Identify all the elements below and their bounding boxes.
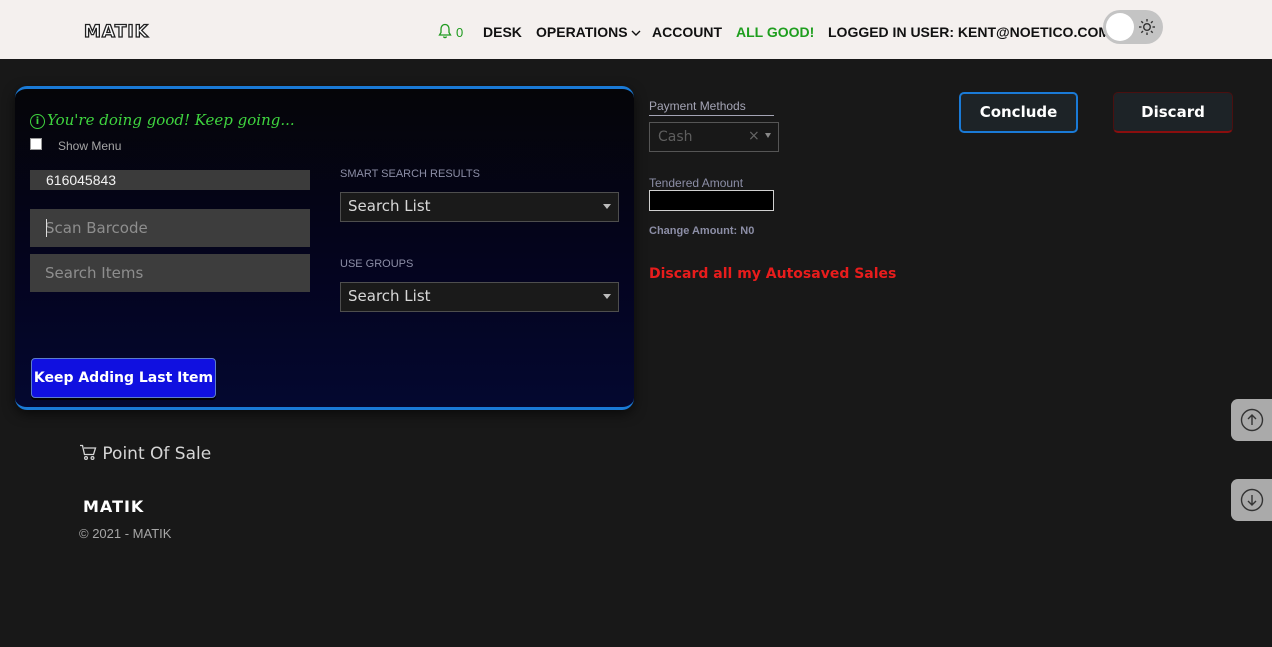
- smart-search-value: Search List: [348, 197, 431, 215]
- footer-logo: MATIK: [83, 497, 145, 516]
- nav-account[interactable]: ACCOUNT: [652, 24, 722, 40]
- nav-operations-label: OPERATIONS: [536, 24, 628, 40]
- nav-operations[interactable]: OPERATIONS: [536, 24, 641, 40]
- info-icon: i: [30, 114, 45, 129]
- smart-search-select[interactable]: Search List: [340, 192, 619, 222]
- smart-search-label: SMART SEARCH RESULTS: [340, 168, 480, 180]
- dropdown-caret-icon: [603, 204, 611, 209]
- tendered-amount-input[interactable]: [649, 190, 774, 211]
- scroll-up-button[interactable]: [1231, 399, 1272, 441]
- clear-selection-icon[interactable]: ×: [748, 128, 760, 144]
- cart-icon: [79, 444, 102, 464]
- point-of-sale-label: Point Of Sale: [102, 444, 212, 464]
- chevron-down-icon: [631, 24, 641, 40]
- notification-count[interactable]: 0: [456, 25, 463, 40]
- keep-adding-last-item-button[interactable]: Keep Adding Last Item: [31, 358, 216, 398]
- status-badge: ALL GOOD!: [736, 24, 815, 40]
- top-navbar: MATIK 0 DESK OPERATIONS ACCOUNT ALL GOOD…: [0, 0, 1272, 59]
- text-cursor: [46, 219, 47, 237]
- show-menu-label[interactable]: Show Menu: [58, 139, 121, 153]
- nav-desk[interactable]: DESK: [483, 24, 522, 40]
- use-groups-value: Search List: [348, 287, 431, 305]
- encouragement-message: i You're doing good! Keep going...: [30, 111, 295, 129]
- search-items-input[interactable]: [30, 254, 310, 292]
- show-menu-checkbox[interactable]: [30, 138, 42, 150]
- toggle-knob: [1106, 13, 1134, 41]
- discard-button[interactable]: Discard: [1113, 92, 1233, 133]
- point-of-sale-link[interactable]: Point Of Sale: [79, 444, 211, 464]
- dropdown-caret-icon: [603, 294, 611, 299]
- theme-toggle[interactable]: [1103, 10, 1163, 44]
- change-amount: Change Amount: N0: [649, 225, 755, 237]
- tendered-amount-label: Tendered Amount: [649, 176, 744, 190]
- use-groups-select[interactable]: Search List: [340, 282, 619, 312]
- message-text: You're doing good! Keep going...: [47, 111, 295, 129]
- payment-methods-label: Payment Methods: [649, 99, 774, 116]
- scroll-down-button[interactable]: [1231, 479, 1272, 521]
- last-barcode-value: 616045843: [30, 170, 310, 190]
- conclude-button[interactable]: Conclude: [959, 92, 1078, 133]
- use-groups-label: USE GROUPS: [340, 258, 414, 270]
- bell-icon[interactable]: [438, 23, 452, 43]
- scan-barcode-input[interactable]: [30, 209, 310, 247]
- copyright-text: © 2021 - MATIK: [79, 526, 172, 541]
- discard-autosaved-link[interactable]: Discard all my Autosaved Sales: [649, 266, 896, 282]
- brand-logo[interactable]: MATIK: [83, 21, 149, 42]
- dropdown-caret-icon[interactable]: [765, 133, 771, 138]
- sun-icon: [1138, 18, 1156, 40]
- logged-in-user: LOGGED IN USER: KENT@NOETICO.COM: [828, 24, 1110, 40]
